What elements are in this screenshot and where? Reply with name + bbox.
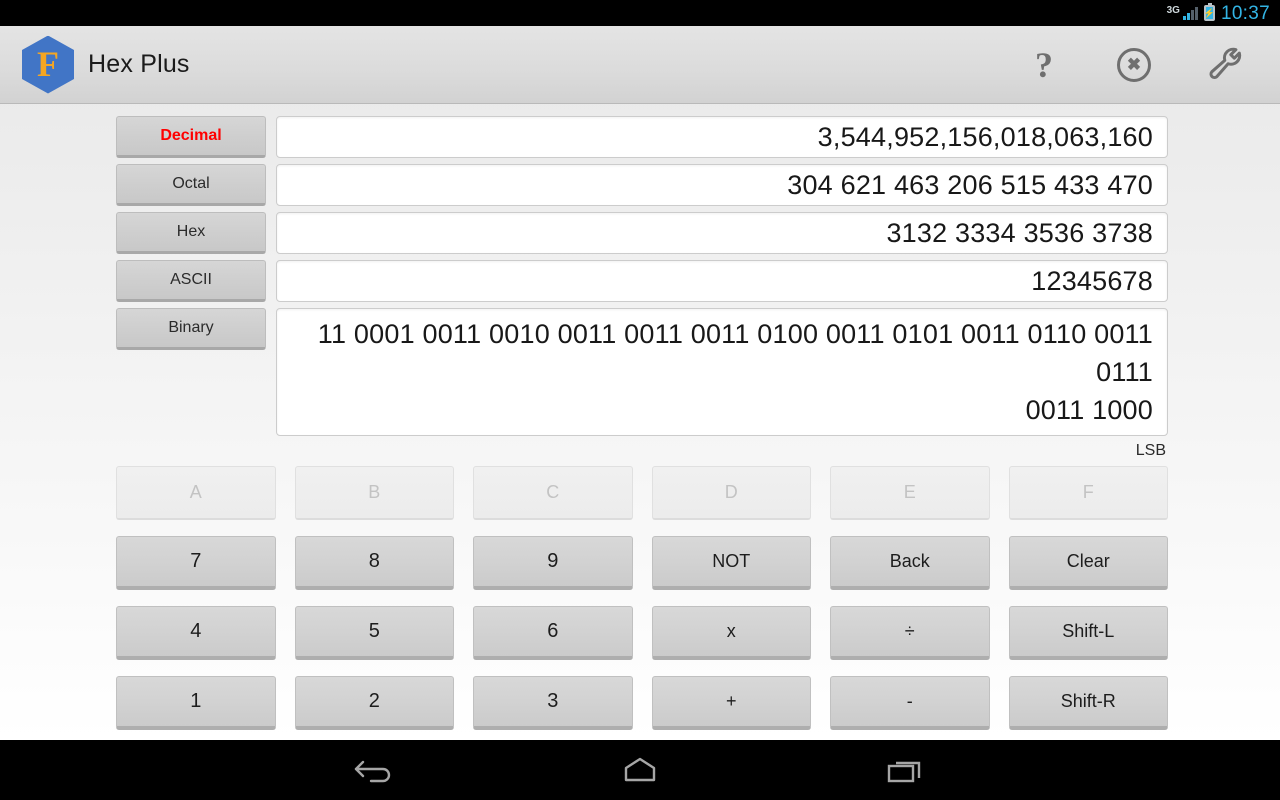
base-label-ascii[interactable]: ASCII (116, 260, 266, 302)
key-5[interactable]: 5 (294, 606, 454, 660)
key-3[interactable]: 3 (473, 676, 633, 730)
recent-apps-icon (887, 761, 921, 783)
network-type-label: 3G (1166, 4, 1180, 16)
key-4[interactable]: 4 (116, 606, 276, 660)
keypad-row-789: 7 8 9 NOT Back Clear (116, 536, 1168, 590)
about-button[interactable]: ✖ (1112, 43, 1156, 87)
base-label-decimal[interactable]: Decimal (116, 116, 266, 158)
key-6[interactable]: 6 (473, 606, 633, 660)
key-2[interactable]: 2 (294, 676, 454, 730)
bolt-glyph: ⚡ (1203, 7, 1216, 18)
home-icon (624, 757, 656, 782)
key-clear[interactable]: Clear (1008, 536, 1168, 590)
status-bar-right: 3G ⚡ 10:37 (1166, 2, 1270, 24)
settings-button[interactable] (1202, 43, 1246, 87)
logo-letter: F (37, 43, 59, 84)
key-a: A (116, 466, 276, 520)
key-shift-right[interactable]: Shift-R (1008, 676, 1168, 730)
binary-line-1: 11 0001 0011 0010 0011 0011 0011 0100 00… (317, 319, 1153, 387)
key-plus[interactable]: + (651, 676, 811, 730)
converter-row-ascii: ASCII 12345678 (0, 260, 1280, 302)
binary-line-2: 0011 1000 (1025, 395, 1153, 425)
key-shift-left[interactable]: Shift-L (1008, 606, 1168, 660)
device-screen: 3G ⚡ 10:37 F Hex Plus ? ✖ Decimal 3,544,… (0, 0, 1280, 800)
battery-charging-icon: ⚡ (1203, 3, 1216, 21)
nav-home-button[interactable] (600, 747, 680, 793)
key-9[interactable]: 9 (473, 536, 633, 590)
key-c: C (473, 466, 633, 520)
key-e: E (830, 466, 990, 520)
action-bar-left: F Hex Plus (0, 35, 190, 94)
action-bar-actions: ? ✖ (1022, 43, 1280, 87)
converter-row-octal: Octal 304 621 463 206 515 433 470 (0, 164, 1280, 206)
status-bar: 3G ⚡ 10:37 (0, 0, 1280, 26)
value-field-decimal[interactable]: 3,544,952,156,018,063,160 (276, 116, 1168, 158)
nav-back-button[interactable] (335, 747, 415, 793)
android-navigation-bar (0, 740, 1280, 800)
help-button[interactable]: ? (1022, 43, 1066, 87)
converter-row-hex: Hex 3132 3334 3536 3738 (0, 212, 1280, 254)
value-field-octal[interactable]: 304 621 463 206 515 433 470 (276, 164, 1168, 206)
converter-row-binary: Binary 11 0001 0011 0010 0011 0011 0011 … (0, 308, 1280, 436)
signal-bars-icon (1182, 6, 1198, 20)
hexagon-f-logo-icon: F (22, 35, 74, 94)
nav-recents-button[interactable] (865, 747, 945, 793)
action-bar: F Hex Plus ? ✖ (0, 26, 1280, 104)
back-arrow-icon (354, 760, 391, 783)
lsb-label: LSB (1135, 442, 1166, 459)
keypad-row-123: 1 2 3 + - Shift-R (116, 676, 1168, 730)
key-b: B (294, 466, 454, 520)
converter-row-decimal: Decimal 3,544,952,156,018,063,160 (0, 116, 1280, 158)
status-bar-clock: 10:37 (1220, 2, 1270, 24)
circle-x-icon: ✖ (1117, 47, 1151, 82)
key-f: F (1008, 466, 1168, 520)
key-d: D (651, 466, 811, 520)
base-label-binary[interactable]: Binary (116, 308, 266, 350)
app-window: F Hex Plus ? ✖ Decimal 3,544,952,156,018… (0, 26, 1280, 740)
key-divide[interactable]: ÷ (830, 606, 990, 660)
keypad: A B C D E F 7 8 9 NOT Back Clear 4 5 6 x… (0, 466, 1280, 740)
key-8[interactable]: 8 (294, 536, 454, 590)
key-multiply[interactable]: x (651, 606, 811, 660)
base-label-octal[interactable]: Octal (116, 164, 266, 206)
base-label-hex[interactable]: Hex (116, 212, 266, 254)
wrench-icon (1209, 47, 1242, 79)
key-back[interactable]: Back (830, 536, 990, 590)
key-1[interactable]: 1 (116, 676, 276, 730)
page-title: Hex Plus (88, 50, 190, 78)
value-field-binary[interactable]: 11 0001 0011 0010 0011 0011 0011 0100 00… (276, 308, 1168, 436)
value-field-ascii[interactable]: 12345678 (276, 260, 1168, 302)
key-7[interactable]: 7 (116, 536, 276, 590)
converter-panel: Decimal 3,544,952,156,018,063,160 Octal … (0, 104, 1280, 460)
question-mark-icon: ? (1035, 44, 1053, 85)
keypad-row-hex-letters: A B C D E F (116, 466, 1168, 520)
value-field-hex[interactable]: 3132 3334 3536 3738 (276, 212, 1168, 254)
keypad-row-456: 4 5 6 x ÷ Shift-L (116, 606, 1168, 660)
key-minus[interactable]: - (830, 676, 990, 730)
key-not[interactable]: NOT (651, 536, 811, 590)
